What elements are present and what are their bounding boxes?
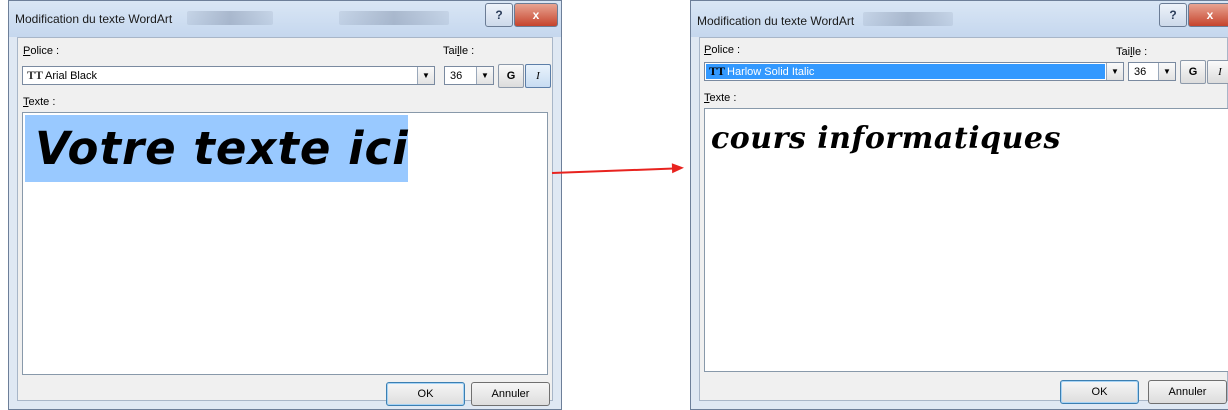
- title-bar: Modification du texte WordArt ? x: [691, 1, 1228, 37]
- title-bar: Modification du texte WordArt ? x: [9, 1, 561, 37]
- wordart-dialog-before: Modification du texte WordArt ? x Police…: [8, 0, 562, 410]
- ok-button[interactable]: OK: [386, 382, 465, 406]
- italic-button[interactable]: I: [1207, 60, 1228, 84]
- cancel-button[interactable]: Annuler: [471, 382, 550, 406]
- size-combo[interactable]: 36 ▼: [444, 66, 494, 85]
- font-value: Arial Black: [45, 69, 97, 82]
- help-icon: ?: [495, 8, 503, 22]
- close-icon: x: [1206, 8, 1214, 22]
- size-combo[interactable]: 36 ▼: [1128, 62, 1176, 81]
- close-button[interactable]: x: [1188, 3, 1228, 27]
- dialog-body: Police : Taille : TT Arial Black ▼ 36 ▼ …: [17, 37, 553, 406]
- chevron-down-icon[interactable]: ▼: [1158, 63, 1175, 80]
- bold-button[interactable]: G: [498, 64, 524, 88]
- size-value: 36: [1134, 65, 1147, 78]
- background-blur: [863, 12, 953, 26]
- text-label: Texte :: [23, 96, 56, 108]
- arrow-head-icon: [671, 162, 685, 174]
- close-button[interactable]: x: [514, 3, 558, 27]
- help-button[interactable]: ?: [1159, 3, 1187, 27]
- background-blur: [187, 11, 273, 25]
- wordart-text-selected: Votre texte ici: [25, 115, 408, 182]
- cancel-button[interactable]: Annuler: [1148, 380, 1227, 404]
- wordart-text: cours informatiques: [711, 121, 1061, 156]
- text-editor[interactable]: Votre texte ici: [22, 112, 548, 375]
- help-icon: ?: [1169, 8, 1177, 22]
- chevron-down-icon[interactable]: ▼: [1106, 63, 1123, 80]
- font-value: Harlow Solid Italic: [727, 65, 815, 78]
- dialog-title: Modification du texte WordArt: [697, 14, 855, 28]
- dialog-title: Modification du texte WordArt: [15, 12, 173, 26]
- background-blur: [339, 11, 449, 25]
- italic-button[interactable]: I: [525, 64, 551, 88]
- help-button[interactable]: ?: [485, 3, 513, 27]
- size-value: 36: [450, 69, 463, 82]
- font-combo[interactable]: TT Harlow Solid Italic ▼: [704, 62, 1124, 81]
- truetype-font-icon: TT: [27, 68, 44, 82]
- ok-button[interactable]: OK: [1060, 380, 1139, 404]
- size-label: Taille :: [443, 45, 475, 57]
- chevron-down-icon[interactable]: ▼: [417, 67, 434, 84]
- font-label: Police :: [23, 45, 60, 57]
- wordart-dialog-after: Modification du texte WordArt ? x Police…: [690, 0, 1228, 410]
- text-label: Texte :: [704, 92, 737, 104]
- size-label: Taille :: [1116, 46, 1148, 58]
- close-icon: x: [532, 8, 540, 22]
- transition-arrow: [551, 167, 677, 174]
- font-combo[interactable]: TT Arial Black ▼: [22, 66, 435, 85]
- dialog-body: Police : Taille : TT Harlow Solid Italic…: [699, 37, 1228, 404]
- text-editor[interactable]: cours informatiques: [704, 108, 1228, 372]
- font-label: Police :: [704, 44, 741, 56]
- chevron-down-icon[interactable]: ▼: [476, 67, 493, 84]
- truetype-font-icon: TT: [709, 64, 726, 78]
- bold-button[interactable]: G: [1180, 60, 1206, 84]
